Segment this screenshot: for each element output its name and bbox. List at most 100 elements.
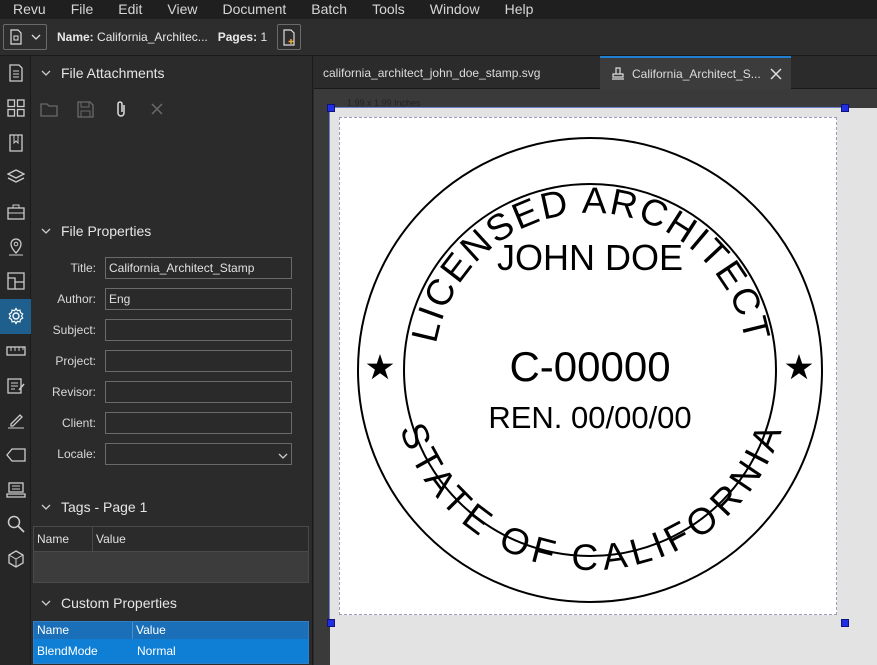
dimensions-label: 1.99 x 1.99 Inches [347,98,421,108]
menu-revu[interactable]: Revu [0,0,58,19]
prop-row-subject: Subject: [31,319,313,341]
delete-icon[interactable] [139,102,175,116]
prop-label: Project: [55,354,96,368]
tags-header[interactable]: Tags - Page 1 [31,496,147,518]
custom-col-value[interactable]: Value [133,622,169,639]
search-icon[interactable] [0,507,31,542]
menu-edit[interactable]: Edit [105,0,154,19]
tags-table: Name Value [33,526,309,583]
resize-handle-bottom-left[interactable] [327,619,335,627]
custom-properties-table: Name Value BlendMode Normal [33,621,309,664]
bookmarks-icon[interactable] [0,125,31,160]
title-field[interactable]: California_Architect_Stamp [105,257,292,279]
star-icon [366,354,394,380]
paperclip-icon[interactable] [103,100,139,119]
panel-icon-bar [0,56,31,665]
tags-col-name[interactable]: Name [34,527,93,551]
custom-properties-header-row: Name Value [34,622,308,639]
menu-document[interactable]: Document [209,0,298,19]
prop-label: Subject: [52,323,96,337]
tab-svg-file[interactable]: california_architect_john_doe_stamp.svg [323,56,540,89]
prop-row-author: Author: Eng [31,288,313,310]
close-icon[interactable] [770,67,782,80]
measurements-icon[interactable] [0,334,31,369]
file-attachments-title: File Attachments [61,65,165,81]
tab-stamp-file[interactable]: California_Architect_S... [600,56,791,89]
table-row[interactable]: BlendMode Normal [34,639,308,663]
file-properties-header[interactable]: File Properties [31,220,151,242]
prop-row-client: Client: [31,412,313,434]
architect-stamp: LICENSED ARCHITECT STATE OF CALIFORNIA J… [357,137,823,603]
project-field[interactable] [105,350,292,372]
properties-panel: File Attachments File Properties Title: C… [31,56,313,665]
studio-icon[interactable] [0,472,31,507]
tags-icon[interactable] [0,438,31,473]
menu-file[interactable]: File [58,0,106,19]
menu-tools[interactable]: Tools [359,0,417,19]
resize-handle-bottom-right[interactable] [841,619,849,627]
save-icon[interactable] [67,100,103,118]
file-properties-title: File Properties [61,223,152,239]
properties-icon[interactable] [0,298,31,334]
document-menu-button[interactable] [3,24,47,50]
tags-col-value[interactable]: Value [93,527,129,551]
prop-row-revisor: Revisor: [31,381,313,403]
stamp-renewal-date: REN. 00/00/00 [488,400,691,435]
document-icon [10,29,22,45]
tags-title: Tags - Page 1 [61,499,148,515]
author-field[interactable]: Eng [105,288,292,310]
add-page-icon [283,28,295,46]
prop-row-title: Title: California_Architect_Stamp [31,257,313,279]
prop-label: Title: [70,261,96,275]
tab-label: california_architect_john_doe_stamp.svg [323,65,541,80]
resize-handle-top-left[interactable] [327,104,335,112]
grid-icon[interactable] [0,91,31,126]
menu-help[interactable]: Help [492,0,546,19]
chevron-down-icon [41,504,51,510]
custom-prop-value[interactable]: Normal [134,639,179,663]
sheets-icon[interactable] [0,264,31,299]
signatures-icon[interactable] [0,403,31,438]
thumbnails-icon[interactable] [0,56,31,91]
tags-table-header: Name Value [34,527,308,552]
chevron-down-icon [41,228,51,234]
chevron-down-icon [41,600,51,606]
menu-batch[interactable]: Batch [298,0,359,19]
locale-select[interactable] [105,443,292,465]
prop-label: Client: [61,416,96,430]
prop-row-locale: Locale: [31,443,313,465]
custom-prop-name: BlendMode [37,644,98,658]
menu-window[interactable]: Window [417,0,492,19]
add-page-button[interactable] [277,24,302,50]
client-field[interactable] [105,412,292,434]
document-tabs: california_architect_john_doe_stamp.svg … [314,56,877,89]
toolchest-icon[interactable] [0,195,31,230]
doc-pages-label: Pages: [217,30,258,44]
chevron-down-icon [278,453,288,459]
prop-label: Locale: [57,447,96,461]
resize-handle-top-right[interactable] [841,104,849,112]
subject-field[interactable] [105,319,292,341]
doc-name-value: California_Architec... [97,30,208,44]
3d-icon[interactable] [0,542,31,577]
attachments-toolbar [31,96,175,122]
selection-border [329,108,330,623]
open-folder-icon[interactable] [31,102,67,117]
star-icon [785,354,813,380]
tags-table-body [34,552,308,582]
prop-row-project: Project: [31,350,313,372]
revisor-field[interactable] [105,381,292,403]
menu-view[interactable]: View [154,0,209,19]
custom-properties-header[interactable]: Custom Properties [31,592,177,614]
markups-list-icon[interactable] [0,368,31,403]
custom-properties-title: Custom Properties [61,595,177,611]
doc-name: Name: California_Architec... [57,30,208,44]
layers-icon[interactable] [0,160,31,195]
places-icon[interactable] [0,229,31,264]
file-attachments-header[interactable]: File Attachments [31,62,165,84]
tab-label: California_Architect_S... [632,66,761,81]
stamp-page[interactable]: LICENSED ARCHITECT STATE OF CALIFORNIA J… [339,117,837,615]
chevron-down-icon [31,34,41,40]
doc-pages-value: 1 [260,30,268,44]
custom-col-name[interactable]: Name [34,622,133,639]
